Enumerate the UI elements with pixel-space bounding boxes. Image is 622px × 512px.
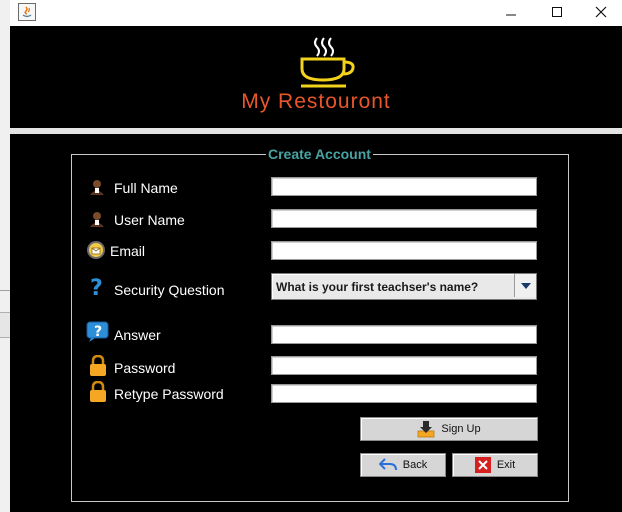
email-icon	[86, 240, 106, 260]
background-window-line	[0, 290, 10, 291]
minimize-icon	[506, 14, 516, 16]
sign-up-label: Sign Up	[441, 423, 481, 435]
password-label: Password	[114, 360, 176, 376]
app-header: My Restouront	[10, 26, 622, 128]
title-bar	[10, 0, 622, 26]
maximize-button[interactable]	[534, 0, 580, 24]
maximize-icon	[552, 7, 562, 17]
security-question-value: What is your first teachser's name?	[276, 280, 479, 294]
retype-password-label: Retype Password	[114, 386, 224, 402]
close-icon	[595, 6, 607, 18]
user-name-label: User Name	[114, 212, 185, 228]
email-label: Email	[110, 243, 146, 259]
retype-password-field[interactable]	[271, 384, 537, 403]
user-name-field[interactable]	[271, 209, 537, 228]
app-name: My Restouront	[241, 90, 391, 113]
password-field[interactable]	[271, 356, 537, 375]
answer-label: Answer	[114, 327, 161, 343]
full-name-label: Full Name	[114, 180, 178, 196]
svg-text:?: ?	[90, 276, 103, 299]
download-tray-icon	[417, 420, 435, 438]
svg-text:?: ?	[94, 324, 102, 340]
close-button[interactable]	[578, 0, 622, 24]
create-account-panel: Create Account Full Name User Name Email…	[71, 146, 569, 502]
background-window-control	[0, 312, 10, 338]
minimize-button[interactable]	[488, 0, 534, 24]
exit-button[interactable]: Exit	[452, 453, 538, 477]
user-icon	[87, 177, 107, 197]
help-bubble-icon: ?	[86, 321, 110, 343]
exit-label: Exit	[496, 459, 516, 471]
coffee-cup-icon	[298, 36, 358, 97]
back-button[interactable]: Back	[360, 453, 446, 477]
email-field[interactable]	[271, 241, 537, 260]
undo-arrow-icon	[378, 458, 397, 472]
security-question-select[interactable]: What is your first teachser's name?	[271, 273, 537, 300]
user-icon	[87, 209, 107, 229]
red-x-icon	[474, 457, 491, 473]
lock-icon	[88, 380, 108, 403]
sign-up-button[interactable]: Sign Up	[360, 417, 538, 441]
security-question-label: Security Question	[114, 282, 225, 298]
lock-icon	[88, 354, 108, 377]
main-area: Create Account Full Name User Name Email…	[10, 134, 622, 512]
panel-title: Create Account	[266, 146, 373, 162]
java-icon	[18, 3, 36, 21]
answer-field[interactable]	[271, 325, 537, 344]
chevron-down-icon[interactable]	[514, 274, 536, 297]
back-label: Back	[402, 459, 428, 471]
question-mark-icon: ?	[87, 275, 107, 301]
full-name-field[interactable]	[271, 177, 537, 196]
